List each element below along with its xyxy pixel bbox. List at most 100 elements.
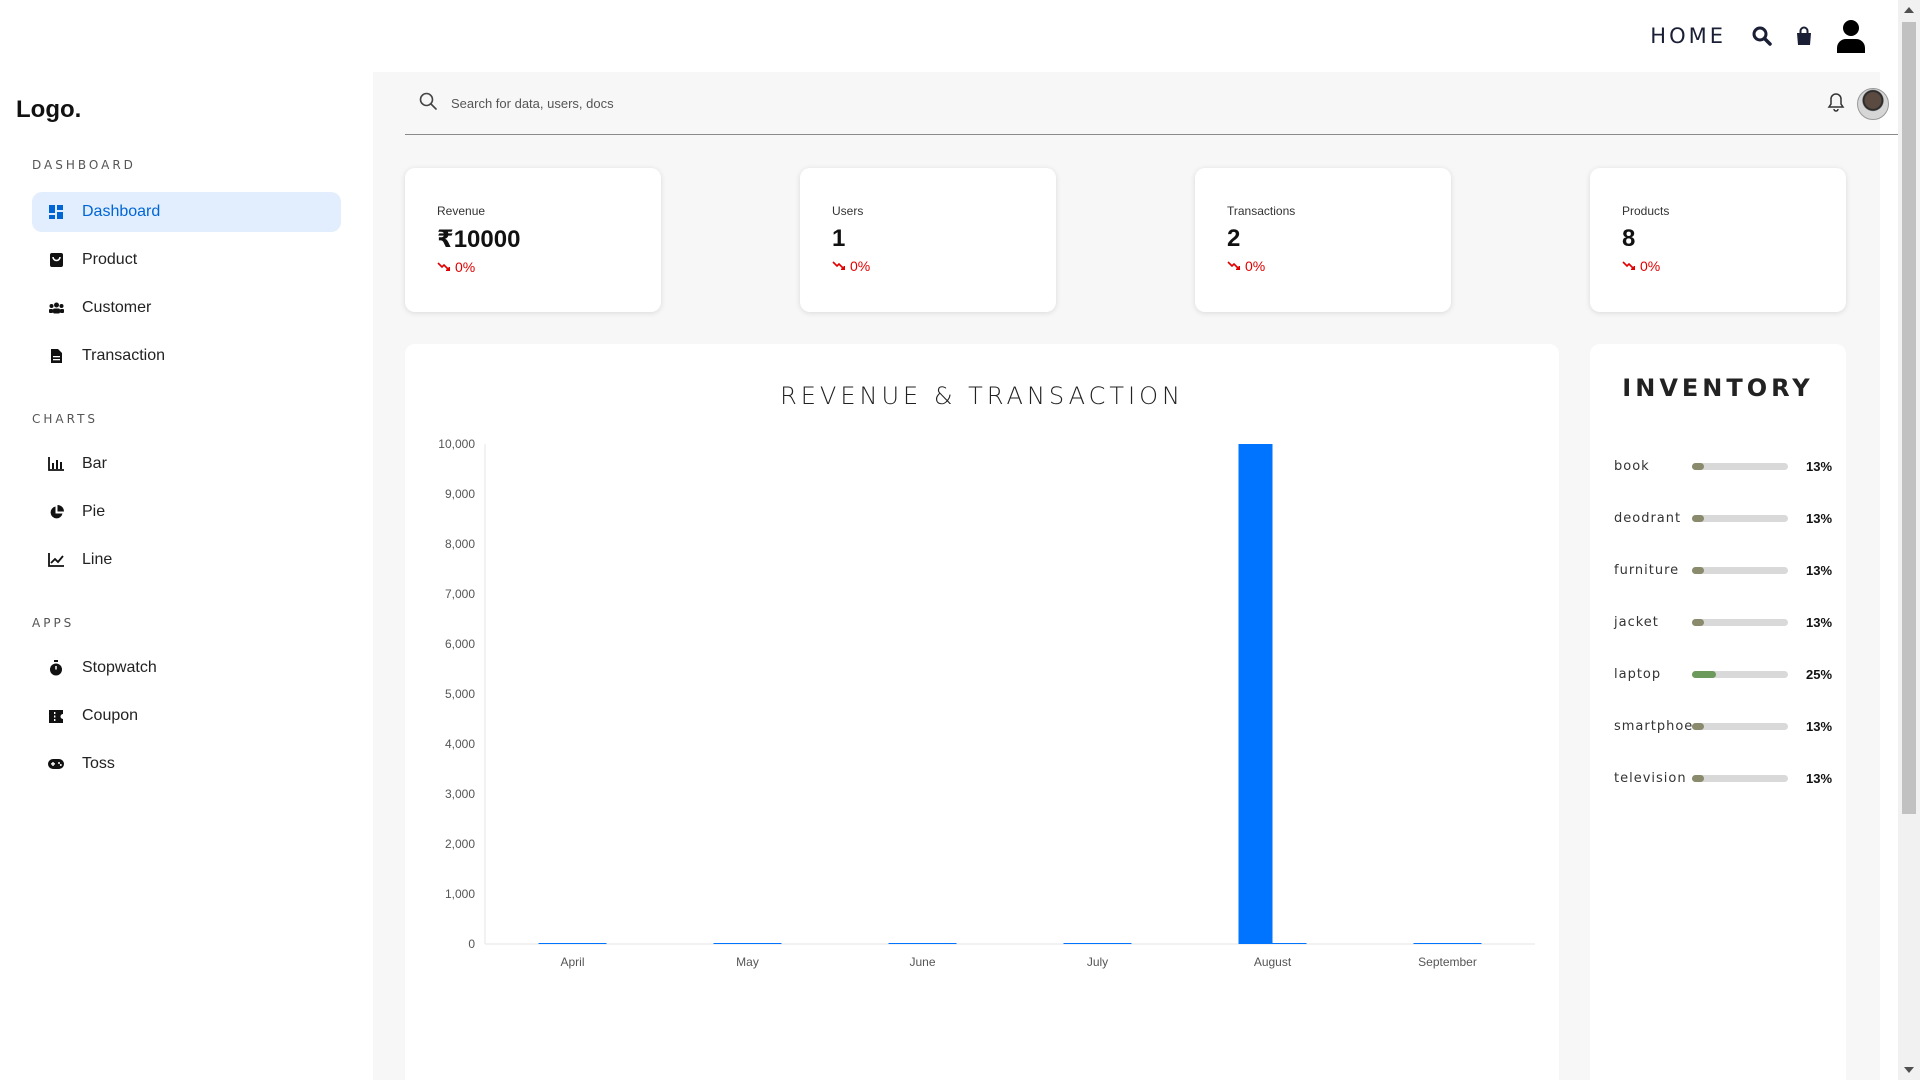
sidebar-item-label: Transaction	[82, 347, 165, 364]
stat-change: 0%	[1622, 258, 1846, 274]
stat-value: 1	[832, 225, 846, 252]
inventory-progress-fill	[1692, 618, 1705, 626]
sidebar-item-pie[interactable]: Pie	[32, 492, 341, 532]
line-chart-icon	[48, 552, 64, 568]
y-tick-label: 8,000	[445, 537, 475, 551]
inventory-progress-bar	[1692, 462, 1788, 470]
search-bar	[405, 72, 1905, 135]
sidebar-item-label: Product	[82, 251, 138, 268]
scrollbar[interactable]	[1898, 0, 1920, 1080]
sidebar-item-label: Bar	[82, 455, 107, 472]
inventory-item-percent: 13%	[1806, 458, 1833, 474]
avatar[interactable]	[1857, 88, 1889, 120]
sidebar-item-stopwatch[interactable]: Stopwatch	[32, 648, 341, 688]
inventory-progress-fill	[1692, 566, 1705, 574]
y-tick-label: 5,000	[445, 687, 475, 701]
inventory-item: book 13%	[1614, 456, 1834, 476]
x-tick-label: August	[1254, 955, 1292, 969]
inventory-progress-fill	[1692, 774, 1705, 782]
inventory-progress-bar	[1692, 722, 1788, 730]
chart-bar	[1097, 943, 1132, 944]
user-icon[interactable]	[1836, 19, 1866, 53]
chart-bar	[1447, 943, 1482, 944]
stat-label: Revenue	[437, 204, 486, 218]
search-icon[interactable]	[1752, 26, 1772, 46]
sidebar-item-bar[interactable]: Bar	[32, 444, 341, 484]
y-tick-label: 9,000	[445, 487, 475, 501]
inventory-item: furniture 13%	[1614, 560, 1834, 580]
logo: Logo.	[16, 96, 82, 123]
y-tick-label: 3,000	[445, 787, 475, 801]
sidebar-item-label: Stopwatch	[82, 659, 157, 676]
inventory-item: jacket 13%	[1614, 612, 1834, 632]
inventory-progress-fill	[1692, 462, 1705, 470]
people-icon	[48, 300, 64, 316]
y-tick-label: 10,000	[438, 437, 475, 451]
sidebar-item-coupon[interactable]: Coupon	[32, 696, 341, 736]
bag-icon	[48, 252, 64, 268]
bell-icon[interactable]	[1827, 92, 1845, 117]
chart-bar	[888, 943, 923, 944]
inventory-progress-fill	[1692, 722, 1705, 730]
inventory-item-name: television	[1614, 770, 1687, 786]
shopping-bag-icon[interactable]	[1794, 26, 1814, 46]
x-tick-label: September	[1418, 955, 1477, 969]
home-link[interactable]: HOME	[1650, 24, 1726, 48]
bar-chart: 0 1,000 2,000 3,000 4,000 5,000 6,000 7,000 8,00…	[438, 437, 1535, 969]
sidebar-item-label: Pie	[82, 503, 106, 520]
inventory-item: smartphoe 13%	[1614, 716, 1834, 736]
dashboard-icon	[48, 204, 64, 220]
chart-bar	[1238, 444, 1273, 944]
chart-bar	[1063, 943, 1098, 944]
y-tick-label: 0	[468, 937, 475, 951]
sidebar-item-product[interactable]: Product	[32, 240, 341, 280]
sidebar-item-dashboard[interactable]: Dashboard	[32, 192, 341, 232]
chart-title: REVENUE & TRANSACTION	[780, 382, 1184, 410]
scrollbar-thumb[interactable]	[1902, 22, 1916, 814]
chart-bar	[713, 943, 748, 944]
inventory-item-percent: 25%	[1806, 666, 1833, 682]
y-tick-label: 2,000	[445, 837, 475, 851]
stat-value: 2	[1227, 225, 1241, 252]
inventory-item: deodrant 13%	[1614, 508, 1834, 528]
trend-down-icon	[1227, 258, 1241, 274]
stat-value: 8	[1622, 225, 1636, 252]
revenue-transaction-chart: REVENUE & TRANSACTION 0 1,000 2,000 3,000 4,…	[405, 344, 1559, 1080]
sidebar-item-transaction[interactable]: Transaction	[32, 336, 341, 376]
sidebar-item-toss[interactable]: Toss	[32, 744, 341, 784]
inventory-item: laptop 25%	[1614, 664, 1834, 684]
search-input[interactable]	[451, 95, 1451, 111]
scroll-up-arrow-icon[interactable]	[1904, 7, 1914, 13]
y-tick-label: 4,000	[445, 737, 475, 751]
sidebar-item-line[interactable]: Line	[32, 540, 341, 580]
inventory-item-percent: 13%	[1806, 614, 1833, 630]
stopwatch-icon	[48, 660, 64, 676]
inventory-item-name: deodrant	[1614, 510, 1682, 526]
top-nav: HOME	[0, 0, 1898, 72]
chart-bar	[922, 943, 957, 944]
trend-down-icon	[437, 259, 451, 275]
x-tick-label: July	[1087, 955, 1108, 969]
stat-label: Users	[832, 204, 864, 218]
chart-bar	[1413, 943, 1448, 944]
chart-bar	[1272, 943, 1307, 944]
section-title-dashboard: DASHBOARD	[32, 158, 136, 172]
inventory-item-percent: 13%	[1806, 562, 1833, 578]
inventory-item-percent: 13%	[1806, 510, 1833, 526]
sidebar-item-label: Dashboard	[82, 203, 161, 220]
search-icon	[419, 92, 437, 115]
inventory-progress-bar	[1692, 514, 1788, 522]
stat-card-transactions: Transactions 2 0%	[1195, 168, 1451, 312]
x-tick-label: May	[736, 955, 759, 969]
inventory-item-name: laptop	[1614, 666, 1662, 682]
stat-change: 0%	[1227, 258, 1451, 274]
gamepad-icon	[48, 756, 64, 772]
section-title-apps: APPS	[32, 616, 75, 630]
trend-down-icon	[832, 258, 846, 274]
sidebar-item-customer[interactable]: Customer	[32, 288, 341, 328]
chart-bar	[538, 943, 573, 944]
inventory-item-name: jacket	[1614, 614, 1659, 630]
scroll-down-arrow-icon[interactable]	[1904, 1067, 1914, 1073]
inventory-progress-bar	[1692, 774, 1788, 782]
sidebar-item-label: Toss	[82, 755, 115, 772]
